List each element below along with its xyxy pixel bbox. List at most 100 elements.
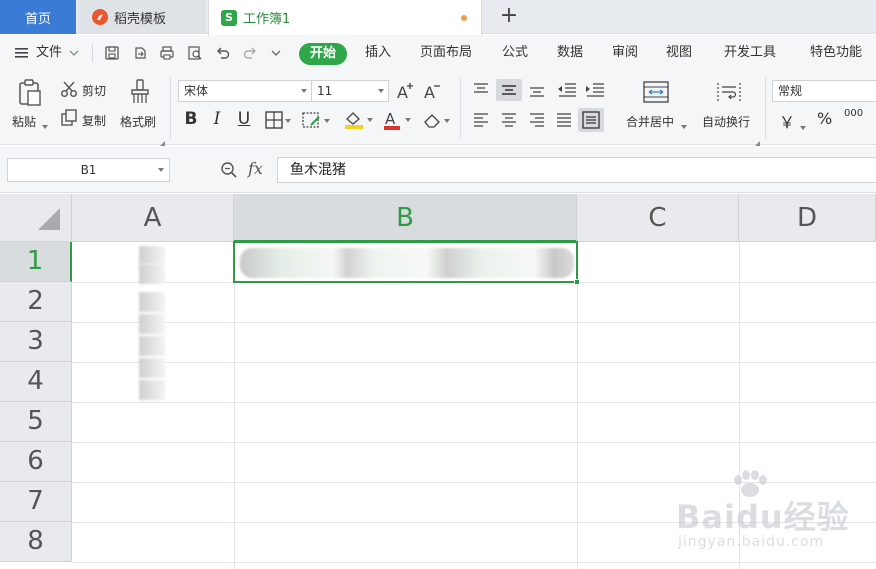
- new-tab-button[interactable]: +: [498, 5, 520, 29]
- merge-center-button[interactable]: 合并居中: [626, 113, 674, 130]
- ribbon-toolbar: 粘贴 剪切 复制 格式刷 宋体 11 A A B I U A 合并居中 自动换行…: [0, 71, 876, 146]
- title-tab-bar: 首页 稻壳模板 S 工作簿1 +: [0, 0, 876, 35]
- spreadsheet-grid[interactable]: A B C D 1 2 3 4 5 6 7 8 Baidu经验 jingyan.…: [0, 194, 876, 569]
- formula-input[interactable]: 鱼木混猪: [277, 157, 876, 183]
- align-right-icon[interactable]: [528, 112, 546, 131]
- column-header-c[interactable]: C: [577, 194, 739, 242]
- gridline: [72, 442, 876, 443]
- paste-button[interactable]: 粘贴: [12, 113, 36, 130]
- cell-style-icon[interactable]: [302, 111, 330, 132]
- font-color-icon[interactable]: A: [383, 109, 413, 134]
- redacted-cell-content: [139, 358, 165, 378]
- font-name-select[interactable]: 宋体: [178, 80, 312, 102]
- row-header-7[interactable]: 7: [0, 482, 72, 522]
- menu-review[interactable]: 审阅: [612, 35, 638, 71]
- menu-view[interactable]: 视图: [666, 35, 692, 71]
- wrap-text-icon[interactable]: [716, 81, 742, 106]
- currency-dropdown-arrow-icon[interactable]: [800, 119, 806, 133]
- menu-data[interactable]: 数据: [557, 35, 583, 71]
- insert-function-button[interactable]: fx: [248, 159, 263, 178]
- active-cell-b1[interactable]: [233, 241, 578, 283]
- decrease-indent-icon[interactable]: [557, 82, 577, 101]
- percent-button[interactable]: %: [817, 109, 832, 128]
- export-icon[interactable]: [132, 45, 148, 61]
- align-center-icon[interactable]: [500, 112, 518, 131]
- spreadsheet-logo-icon: S: [221, 9, 237, 26]
- column-header-a[interactable]: A: [72, 194, 234, 242]
- baidu-jingyan-watermark: Baidu经验 jingyan.baidu.com: [676, 470, 866, 556]
- gridline: [72, 362, 876, 363]
- svg-text:A: A: [424, 83, 435, 101]
- paste-icon[interactable]: [17, 79, 43, 110]
- redacted-cell-content: [139, 246, 165, 264]
- font-size-select[interactable]: 11: [311, 80, 389, 102]
- redo-icon[interactable]: [242, 45, 258, 61]
- print-preview-icon[interactable]: [187, 45, 203, 61]
- menu-file[interactable]: 文件: [36, 35, 62, 71]
- currency-button[interactable]: ￥: [779, 109, 795, 133]
- borders-icon[interactable]: [265, 111, 291, 132]
- name-box[interactable]: B1: [7, 158, 170, 182]
- row-header-4[interactable]: 4: [0, 362, 72, 402]
- format-painter-button[interactable]: 格式刷: [120, 113, 156, 130]
- fill-handle[interactable]: [574, 279, 580, 285]
- daoke-logo-icon: [92, 9, 108, 25]
- menu-developer[interactable]: 开发工具: [724, 35, 776, 71]
- merge-center-icon[interactable]: [643, 81, 669, 106]
- increase-font-size-icon[interactable]: A: [396, 81, 416, 104]
- align-middle-icon[interactable]: [496, 79, 522, 101]
- row-header-6[interactable]: 6: [0, 442, 72, 482]
- copy-button[interactable]: 复制: [82, 112, 106, 129]
- ribbon-divider: [460, 77, 461, 139]
- increase-indent-icon[interactable]: [585, 82, 605, 101]
- menu-start[interactable]: 开始: [299, 43, 347, 65]
- align-left-icon[interactable]: [472, 112, 490, 131]
- row-header-5[interactable]: 5: [0, 402, 72, 442]
- redacted-cell-content: [139, 264, 165, 284]
- cell-reference: B1: [80, 163, 97, 177]
- hamburger-icon[interactable]: [14, 46, 30, 62]
- number-format-select[interactable]: 常规: [772, 80, 876, 102]
- merge-dropdown-arrow-icon[interactable]: [681, 118, 687, 132]
- menu-page-layout[interactable]: 页面布局: [420, 35, 472, 71]
- menu-formulas[interactable]: 公式: [502, 35, 528, 71]
- formula-bar: B1 fx 鱼木混猪: [0, 146, 876, 193]
- align-bottom-icon[interactable]: [528, 82, 546, 101]
- row-header-2[interactable]: 2: [0, 282, 72, 322]
- paste-dropdown-arrow-icon[interactable]: [42, 118, 48, 132]
- tab-daoke-templates[interactable]: 稻壳模板: [78, 0, 206, 34]
- italic-button[interactable]: I: [207, 109, 227, 129]
- gridline: [72, 562, 876, 563]
- row-header-8[interactable]: 8: [0, 522, 72, 562]
- column-header-b[interactable]: B: [234, 194, 577, 242]
- eraser-icon[interactable]: [422, 111, 452, 132]
- zoom-search-icon[interactable]: [220, 161, 238, 182]
- align-top-icon[interactable]: [472, 82, 490, 101]
- row-header-3[interactable]: 3: [0, 322, 72, 362]
- scissors-icon[interactable]: [60, 80, 78, 101]
- bold-button[interactable]: B: [181, 109, 201, 129]
- chevron-down-icon[interactable]: [68, 47, 84, 63]
- gridline: [72, 402, 876, 403]
- format-painter-icon[interactable]: [129, 79, 151, 108]
- copy-icon[interactable]: [60, 109, 78, 130]
- print-icon[interactable]: [159, 45, 175, 61]
- tab-workbook[interactable]: S 工作簿1: [208, 0, 482, 35]
- thousands-separator-button[interactable]: 000: [844, 108, 863, 119]
- undo-icon[interactable]: [215, 45, 231, 61]
- underline-button[interactable]: U: [234, 109, 254, 129]
- menu-insert[interactable]: 插入: [365, 35, 391, 71]
- distributed-align-icon[interactable]: [578, 108, 604, 132]
- cut-button[interactable]: 剪切: [82, 82, 106, 99]
- wrap-text-button[interactable]: 自动换行: [702, 113, 750, 130]
- row-header-1[interactable]: 1: [0, 242, 72, 282]
- fill-color-icon[interactable]: [343, 110, 375, 133]
- justify-icon[interactable]: [555, 112, 573, 131]
- menu-special-features[interactable]: 特色功能: [810, 35, 862, 71]
- column-header-d[interactable]: D: [739, 194, 876, 242]
- decrease-font-size-icon[interactable]: A: [423, 81, 443, 104]
- customize-toolbar-icon[interactable]: [270, 47, 286, 63]
- select-all-corner[interactable]: [0, 194, 72, 242]
- tab-home[interactable]: 首页: [0, 0, 76, 34]
- save-icon[interactable]: [104, 45, 120, 61]
